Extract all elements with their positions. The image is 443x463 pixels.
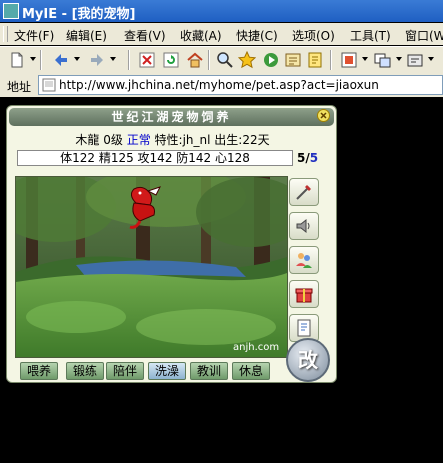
menu-view[interactable]: 查看(V): [124, 27, 166, 44]
back-dropdown-arrow[interactable]: [74, 57, 80, 61]
pet-status: 正常: [126, 133, 151, 147]
sword-icon[interactable]: [289, 178, 319, 206]
people-icon[interactable]: [289, 246, 319, 274]
window-layout-icon[interactable]: [374, 51, 392, 69]
history-icon[interactable]: [284, 51, 302, 69]
pet-info-line: 木龍 0级 正常 特性:jh_nl 出生:22天: [7, 131, 338, 148]
forward-icon[interactable]: [88, 51, 106, 69]
change-button-label: 改: [298, 348, 318, 372]
notes-icon[interactable]: [306, 51, 324, 69]
toolbar-separator: [128, 50, 130, 70]
refresh-icon[interactable]: [162, 51, 180, 69]
toolbar-separator: [208, 50, 210, 70]
pet-page-indicator: 5/5: [297, 151, 318, 165]
forward-dropdown-arrow[interactable]: [110, 57, 116, 61]
pet-birth: 出生:22天: [214, 133, 270, 147]
menu-favorites[interactable]: 收藏(A): [180, 27, 222, 44]
page-empty-area: [0, 389, 443, 463]
pet-name: 木龍: [75, 133, 100, 147]
toolbar-separator: [330, 50, 332, 70]
pet-page-total: 5: [309, 151, 319, 165]
search-icon[interactable]: [216, 51, 234, 69]
address-url: http://www.jhchina.net/myhome/pet.asp?ac…: [59, 78, 379, 92]
address-label: 地址: [7, 80, 32, 94]
media-icon[interactable]: [262, 51, 280, 69]
speaker-icon[interactable]: [289, 212, 319, 240]
favorites-star-icon[interactable]: [238, 51, 256, 69]
pet-stats-text: 体122 精125 攻142 防142 心128: [60, 151, 250, 165]
tools-dropdown-arrow[interactable]: [428, 57, 434, 61]
gift-icon[interactable]: [289, 280, 319, 308]
menu-file[interactable]: 文件(F): [14, 27, 54, 44]
pet-widget-title: 世纪江湖宠物饲养: [111, 110, 232, 124]
address-bar: 地址 http://www.jhchina.net/myhome/pet.asp…: [0, 73, 443, 97]
new-page-icon[interactable]: [8, 51, 26, 69]
pet-stats: 体122 精125 攻142 防142 心128: [17, 150, 293, 166]
menu-window[interactable]: 窗口(W): [405, 27, 443, 44]
layout-dropdown-arrow[interactable]: [396, 57, 402, 61]
toolbar: [0, 46, 443, 74]
action-bathe-button[interactable]: 洗澡: [148, 362, 186, 380]
close-icon[interactable]: [317, 109, 330, 122]
window-titlebar[interactable]: MyIE - [我的宠物]: [0, 0, 443, 22]
page-favicon-icon: [42, 78, 56, 92]
page-dropdown-arrow[interactable]: [362, 57, 368, 61]
menu-shortcuts[interactable]: 快捷(C): [236, 27, 278, 44]
menu-bar: 文件(F) 编辑(E) 查看(V) 收藏(A) 快捷(C) 选项(O) 工具(T…: [0, 23, 443, 45]
scene-watermark: anjh.com: [233, 342, 280, 353]
pet-action-bar: 喂养 锻练 陪伴 洗澡 教训 休息: [20, 362, 286, 382]
action-rest-button[interactable]: 休息: [232, 362, 270, 380]
forest-scene-image: [16, 177, 287, 357]
pet-scene: [15, 176, 288, 358]
tools-icon[interactable]: [406, 51, 424, 69]
menu-tools[interactable]: 工具(T): [350, 27, 391, 44]
pet-trait: 特性:jh_nl: [154, 133, 211, 147]
menu-options[interactable]: 选项(O): [292, 27, 335, 44]
stop-icon[interactable]: [138, 51, 156, 69]
action-accompany-button[interactable]: 陪伴: [106, 362, 144, 380]
menu-grip: [3, 26, 8, 42]
action-feed-button[interactable]: 喂养: [20, 362, 58, 380]
back-icon[interactable]: [52, 51, 70, 69]
action-train-button[interactable]: 锻练: [66, 362, 104, 380]
page-icon[interactable]: [340, 51, 358, 69]
pet-level: 0级: [103, 133, 123, 147]
window-title: MyIE - [我的宠物]: [22, 7, 136, 22]
address-input[interactable]: http://www.jhchina.net/myhome/pet.asp?ac…: [38, 75, 443, 95]
pet-widget-header: 世纪江湖宠物饲养: [9, 108, 334, 126]
pet-widget: 世纪江湖宠物饲养 木龍 0级 正常 特性:jh_nl 出生:22天 体122 精…: [6, 105, 337, 383]
home-icon[interactable]: [186, 51, 204, 69]
toolbar-separator: [40, 50, 42, 70]
change-button[interactable]: 改: [286, 338, 330, 382]
menu-edit[interactable]: 编辑(E): [66, 27, 107, 44]
app-icon: [3, 3, 19, 19]
action-discipline-button[interactable]: 教训: [190, 362, 228, 380]
new-dropdown-arrow[interactable]: [30, 57, 36, 61]
